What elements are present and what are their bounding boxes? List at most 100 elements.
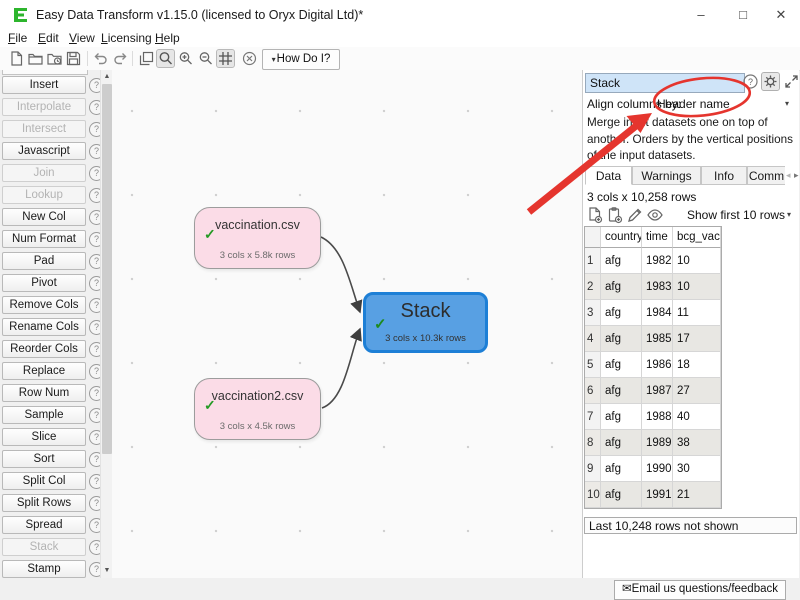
sidebar-item-intersect[interactable]: Intersect (2, 120, 86, 138)
sidebar-item-num-format[interactable]: Num Format (2, 230, 86, 248)
zoom-in-icon[interactable] (177, 50, 194, 67)
sidebar-item-pivot[interactable]: Pivot (2, 274, 86, 292)
table-row: 7afg198840 (585, 404, 721, 430)
tab-warnings[interactable]: Warnings (632, 166, 701, 185)
maximize-button[interactable]: □ (722, 0, 764, 30)
new-file-icon[interactable] (8, 50, 25, 67)
workflow-canvas[interactable]: ✓ vaccination.csv 3 cols x 5.8k rows ✓ v… (112, 70, 582, 578)
table-row: 1afg198210 (585, 248, 721, 274)
table-row: 10afg199121 (585, 482, 721, 508)
align-columns-row: Align columns by: Header name ▾ (587, 97, 795, 113)
node-name-field[interactable] (585, 73, 745, 93)
partial-button (2, 70, 88, 75)
show-rows-select[interactable]: Show first 10 rows ▾ (687, 208, 795, 222)
sidebar-item-slice[interactable]: Slice (2, 428, 86, 446)
dropdown-arrow-icon: ▾ (272, 55, 276, 64)
col-header-bcg-vacc[interactable]: bcg_vacc (673, 227, 721, 248)
expand-icon[interactable] (783, 73, 800, 90)
tab-info[interactable]: Info (701, 166, 747, 185)
table-row: 2afg198310 (585, 274, 721, 300)
menu-licensing[interactable]: Licensing (101, 31, 152, 45)
table-row: 9afg199030 (585, 456, 721, 482)
view-eye-icon[interactable] (646, 206, 664, 224)
table-row: 4afg198517 (585, 326, 721, 352)
zoom-out-icon[interactable] (197, 50, 214, 67)
scrollbar-thumb[interactable] (102, 84, 112, 454)
minimize-button[interactable]: – (680, 0, 722, 30)
col-header-country[interactable]: country (601, 227, 642, 248)
tab-scroll-left-icon[interactable]: ◂ (786, 170, 791, 181)
undo-icon[interactable] (92, 50, 109, 67)
panel-tabs: Data Warnings Info Comm ◂ ▸ (585, 166, 799, 186)
sidebar-item-stack[interactable]: Stack (2, 538, 86, 556)
node-stack-selected[interactable]: ✓ Stack 3 cols x 10.3k rows (363, 292, 488, 353)
table-row: 8afg198938 (585, 430, 721, 456)
sidebar-item-sample[interactable]: Sample (2, 406, 86, 424)
node-vaccination-csv[interactable]: ✓ vaccination.csv 3 cols x 5.8k rows (194, 207, 321, 269)
sidebar-item-insert[interactable]: Insert (2, 76, 86, 94)
sidebar-item-interpolate[interactable]: Interpolate (2, 98, 86, 116)
duplicate-icon[interactable] (138, 50, 155, 67)
open-folder-icon[interactable] (27, 50, 44, 67)
envelope-icon: ✉ (622, 583, 632, 595)
rows-not-shown-note: Last 10,248 rows not shown (584, 517, 797, 534)
connections (112, 70, 582, 578)
col-header-time[interactable]: time (642, 227, 673, 248)
panel-help-icon[interactable]: ? (742, 73, 759, 90)
tab-comments[interactable]: Comm (747, 166, 785, 185)
copy-to-clipboard-icon[interactable] (606, 206, 624, 224)
node-stats: 3 cols x 4.5k rows (195, 421, 320, 432)
sidebar-item-remove-cols[interactable]: Remove Cols (2, 296, 86, 314)
table-row: 5afg198618 (585, 352, 721, 378)
menu-help[interactable]: Help (155, 31, 180, 45)
sidebar-item-replace[interactable]: Replace (2, 362, 86, 380)
title-bar: Easy Data Transform v1.15.0 (licensed to… (0, 0, 800, 30)
edit-pencil-icon[interactable] (626, 206, 644, 224)
sidebar-item-javascript[interactable]: Javascript (2, 142, 86, 160)
dataset-stats: 3 cols x 10,258 rows (587, 190, 696, 204)
copy-to-file-icon[interactable] (586, 206, 604, 224)
dropdown-arrow-icon[interactable]: ▾ (785, 99, 789, 108)
node-stats: 3 cols x 10.3k rows (366, 333, 485, 344)
sidebar-item-join[interactable]: Join (2, 164, 86, 182)
node-vaccination2-csv[interactable]: ✓ vaccination2.csv 3 cols x 4.5k rows (194, 378, 321, 440)
sidebar-item-rename-cols[interactable]: Rename Cols (2, 318, 86, 336)
transform-sidebar: Insert? Interpolate? Intersect? Javascri… (0, 70, 100, 578)
transform-description: Merge input datasets one on top of anoth… (587, 115, 798, 165)
search-icon[interactable] (157, 50, 174, 67)
close-button[interactable]: ✕ (760, 0, 800, 30)
align-columns-select[interactable]: Header name (657, 97, 730, 111)
sidebar-item-spread[interactable]: Spread (2, 516, 86, 534)
sidebar-item-row-num[interactable]: Row Num (2, 384, 86, 402)
sidebar-item-split-rows[interactable]: Split Rows (2, 494, 86, 512)
window-title: Easy Data Transform v1.15.0 (licensed to… (36, 8, 363, 22)
menu-view[interactable]: View (69, 31, 95, 45)
sidebar-item-sort[interactable]: Sort (2, 450, 86, 468)
tab-scroll-right-icon[interactable]: ▸ (794, 170, 799, 181)
table-row: 6afg198727 (585, 378, 721, 404)
gear-icon[interactable] (762, 73, 779, 90)
node-stats: 3 cols x 5.8k rows (195, 250, 320, 261)
tab-data[interactable]: Data (585, 166, 632, 185)
dropdown-arrow-icon: ▾ (787, 210, 791, 219)
sidebar-item-stamp[interactable]: Stamp (2, 560, 86, 578)
menu-edit[interactable]: Edit (38, 31, 59, 45)
open-recent-icon[interactable] (46, 50, 63, 67)
check-icon: ✓ (204, 397, 216, 414)
sidebar-item-reorder-cols[interactable]: Reorder Cols (2, 340, 86, 358)
transform-properties-panel: ? Align columns by: Header name ▾ Merge … (582, 70, 799, 578)
sidebar-item-pad[interactable]: Pad (2, 252, 86, 270)
save-icon[interactable] (65, 50, 82, 67)
app-logo-icon (13, 7, 29, 23)
toggle-grid-icon[interactable] (217, 50, 234, 67)
how-do-i-button[interactable]: ▾How Do I? (262, 49, 340, 70)
menu-file[interactable]: File (8, 31, 27, 45)
feedback-button[interactable]: ✉Email us questions/feedback (614, 580, 786, 600)
check-icon: ✓ (374, 315, 387, 333)
redo-icon[interactable] (112, 50, 129, 67)
sidebar-item-split-col[interactable]: Split Col (2, 472, 86, 490)
remove-icon[interactable] (241, 50, 258, 67)
sidebar-item-lookup[interactable]: Lookup (2, 186, 86, 204)
svg-text:?: ? (748, 77, 753, 87)
sidebar-item-new-col[interactable]: New Col (2, 208, 86, 226)
